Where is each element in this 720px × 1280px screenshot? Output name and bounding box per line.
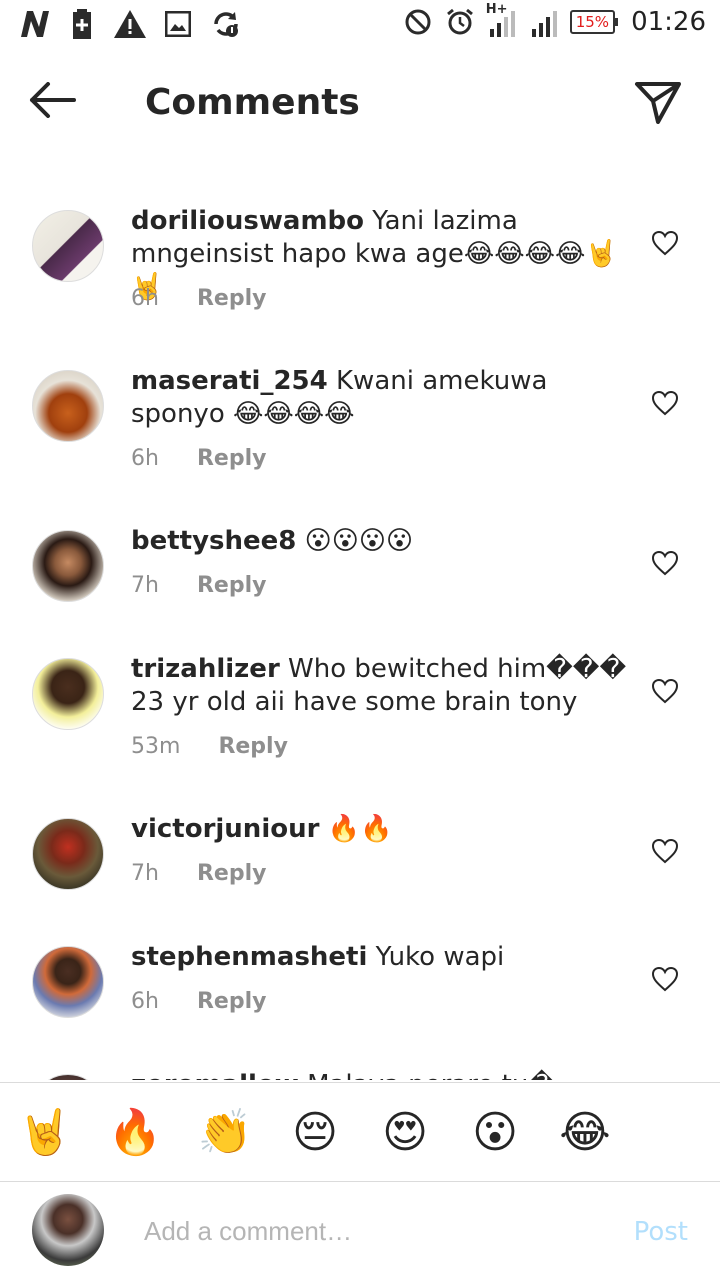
avatar[interactable] [32,946,104,1018]
heart-icon[interactable] [651,838,679,864]
comment-item: trizahlizer Who bewitched him��� 23 yr o… [0,653,720,786]
avatar[interactable] [32,210,104,282]
reply-button[interactable]: Reply [197,446,267,471]
comment-item: zeromallow Malava perare tu� [0,1069,720,1080]
avatar[interactable] [32,1074,104,1080]
header: Comments [0,60,720,150]
emoji-button[interactable]: 😂 [558,1105,612,1159]
comment-item: maserati_254 Kwani amekuwa sponyo 😂😂😂😂 6… [0,365,720,498]
comment-time: 7h [131,573,159,598]
comment-username[interactable]: zeromallow [131,1070,299,1080]
comment-text: trizahlizer Who bewitched him��� 23 yr o… [131,653,631,719]
signal-icon [528,6,560,38]
comment-body: 🔥🔥 [327,814,393,844]
status-bar-left [18,8,242,40]
clock: 01:26 [631,7,706,37]
avatar[interactable] [32,658,104,730]
heart-icon[interactable] [651,390,679,416]
emoji-button[interactable]: 👏 [198,1105,253,1159]
comment-composer: Post [0,1181,720,1280]
avatar[interactable] [32,370,104,442]
emoji-button[interactable]: 🤘 [18,1105,73,1159]
comment-item: stephenmasheti Yuko wapi 6h Reply [0,941,720,1054]
post-button[interactable]: Post [634,1217,688,1247]
avatar[interactable] [32,530,104,602]
comment-username[interactable]: maserati_254 [131,366,328,396]
emoji-button[interactable]: 😮 [468,1105,522,1159]
emoji-button[interactable]: 😍 [378,1105,432,1159]
send-icon [635,82,681,124]
comment-time: 7h [131,861,159,886]
comment-item: bettyshee8 😮😮😮😮 7h Reply [0,525,720,638]
image-icon [162,8,194,40]
signal-icon: H+ [486,2,518,38]
reply-button[interactable]: Reply [197,573,267,598]
battery-indicator: 15% [569,10,619,34]
comment-text: maserati_254 Kwani amekuwa sponyo 😂😂😂😂 [131,365,631,431]
heart-icon[interactable] [651,550,679,576]
comment-meta: 53m Reply [131,734,288,759]
comment-text: bettyshee8 😮😮😮😮 [131,525,631,558]
comment-meta: 6h Reply [131,446,266,471]
heart-icon[interactable] [651,678,679,704]
network-type-label: H+ [485,2,508,17]
avatar [32,1194,104,1266]
comment-input[interactable] [144,1211,594,1251]
alarm-icon [444,6,476,38]
comment-meta: 7h Reply [131,573,266,598]
back-button[interactable] [28,82,84,128]
status-bar: H+ 15% 01:26 [0,0,720,48]
avatar[interactable] [32,818,104,890]
comment-username[interactable]: bettyshee8 [131,526,296,556]
page-title: Comments [145,82,360,123]
comment-time: 6h [131,286,159,311]
comment-text: zeromallow Malava perare tu� [131,1069,631,1080]
comment-text: stephenmasheti Yuko wapi [131,941,631,974]
comments-list[interactable]: doriliouswambo Yani lazima mngeinsist ha… [0,180,720,1080]
comment-time: 6h [131,989,159,1014]
comment-username[interactable]: stephenmasheti [131,942,367,972]
emoji-button[interactable]: 🔥 [108,1105,163,1159]
sync-icon [210,8,242,40]
comment-text: victorjuniour 🔥🔥 [131,813,631,846]
heart-icon[interactable] [651,230,679,256]
share-button[interactable] [634,80,684,130]
comment-time: 6h [131,446,159,471]
emoji-quick-bar: 🤘 🔥 👏 😔 😍 😮 😂 [0,1082,720,1182]
reply-button[interactable]: Reply [197,989,267,1014]
comment-body: Yuko wapi [375,942,505,972]
comment-body: Malava perare tu� [307,1070,555,1080]
do-not-disturb-icon [402,6,434,38]
comment-meta: 6h Reply [131,989,266,1014]
arrow-left-icon [30,82,76,118]
emoji-button[interactable]: 😔 [288,1105,342,1159]
comment-time: 53m [131,734,181,759]
comment-body: 😮😮😮😮 [304,526,414,556]
comment-item: victorjuniour 🔥🔥 7h Reply [0,813,720,926]
comment-username[interactable]: trizahlizer [131,654,280,684]
warning-icon [114,8,146,40]
heart-icon[interactable] [651,966,679,992]
status-bar-right: H+ 15% 01:26 [402,2,706,38]
battery-plus-icon [66,8,98,40]
comment-username[interactable]: victorjuniour [131,814,319,844]
comment-meta: 6h Reply [131,286,266,311]
reply-button[interactable]: Reply [197,286,267,311]
comment-meta: 7h Reply [131,861,266,886]
comment-username[interactable]: doriliouswambo [131,206,364,236]
n-logo-icon [18,8,50,40]
reply-button[interactable]: Reply [218,734,288,759]
comment-item: doriliouswambo Yani lazima mngeinsist ha… [0,206,720,338]
reply-button[interactable]: Reply [197,861,267,886]
